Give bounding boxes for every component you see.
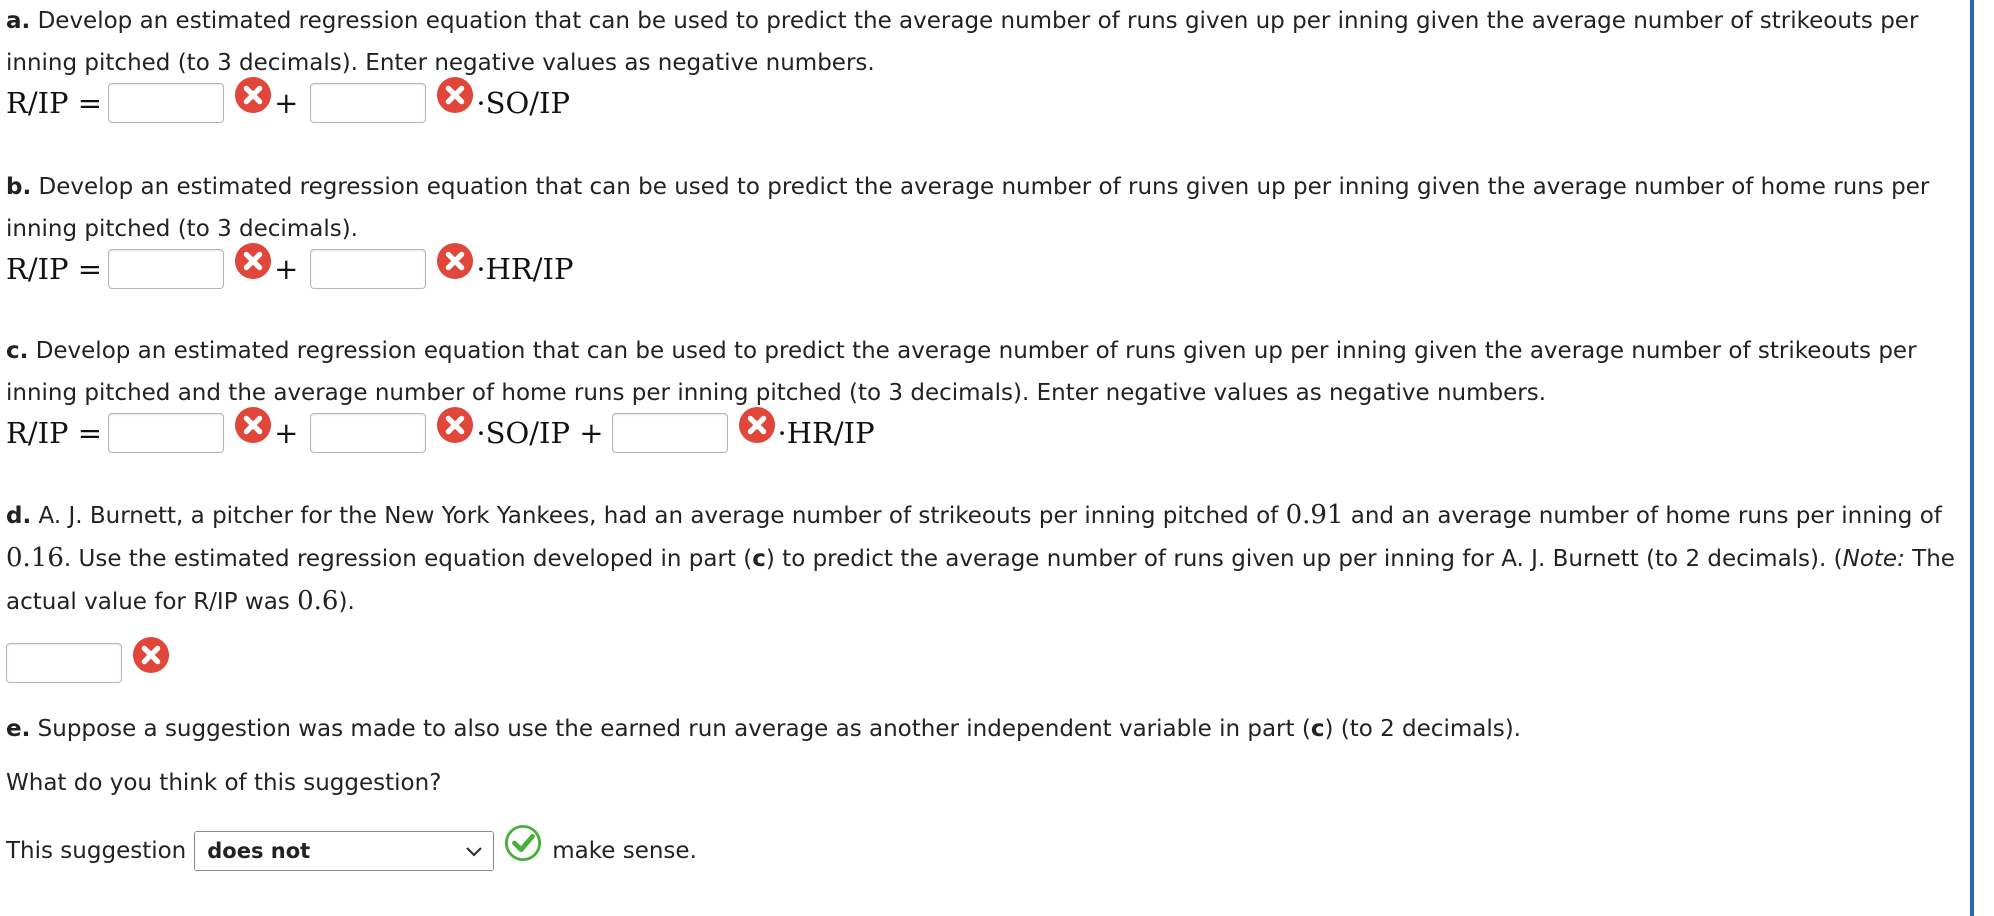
suggestion-suffix: make sense. <box>552 838 697 864</box>
incorrect-x-icon <box>235 76 272 114</box>
part-ref-c: c <box>1310 716 1325 742</box>
part-e: e. Suppose a suggestion was made to also… <box>6 708 1970 804</box>
part-b-letter: b. <box>6 174 32 200</box>
part-c-equation: R/IP = + ·SO/IP + ·HR/IP <box>6 402 875 464</box>
incorrect-x-icon <box>132 636 170 674</box>
part-c-letter: c. <box>6 338 29 364</box>
part-b-equation: R/IP = + ·HR/IP <box>6 238 574 300</box>
part-d-text-3: . Use the estimated regression equation … <box>63 546 753 572</box>
part-d-prompt: d. A. J. Burnett, a pitcher for the New … <box>6 494 1970 623</box>
part-e-text-1: Suppose a suggestion was made to also us… <box>37 716 1311 742</box>
plus-sign: + <box>274 416 299 450</box>
part-a-text: Develop an estimated regression equation… <box>6 8 1919 76</box>
actual-value: 0.6 <box>297 586 339 616</box>
part-d-letter: d. <box>6 503 32 529</box>
part-c-hr-coef-input[interactable] <box>611 413 728 453</box>
part-b-text: Develop an estimated regression equation… <box>6 174 1930 242</box>
so-ip-term: ·SO/IP <box>476 86 571 120</box>
lhs-label: R/IP = <box>6 252 103 286</box>
suggestion-selected-value: does not <box>207 839 311 863</box>
part-d-answer <box>6 632 170 694</box>
part-b-intercept-input[interactable] <box>108 249 225 289</box>
suggestion-prefix: This suggestion <box>6 838 187 864</box>
incorrect-x-icon <box>235 406 272 444</box>
part-c-text: Develop an estimated regression equation… <box>6 338 1917 406</box>
part-d-text-4: ) to predict the average number of runs … <box>765 546 1843 572</box>
part-e-letter: e. <box>6 716 31 742</box>
so-value: 0.91 <box>1285 500 1344 530</box>
lhs-label: R/IP = <box>6 416 103 450</box>
part-e-answer: This suggestion does not make sense. <box>6 820 697 882</box>
part-d-text-6: ). <box>338 589 355 615</box>
so-ip-term: ·SO/IP + <box>476 416 604 450</box>
incorrect-x-icon <box>738 406 775 444</box>
suggestion-select[interactable]: does not <box>194 831 495 871</box>
hr-value: 0.16 <box>6 543 64 573</box>
hr-ip-term: ·HR/IP <box>777 416 875 450</box>
incorrect-x-icon <box>437 406 474 444</box>
part-c-intercept-input[interactable] <box>108 413 225 453</box>
incorrect-x-icon <box>235 242 272 280</box>
part-a-intercept-input[interactable] <box>108 83 225 123</box>
note-label: Note: <box>1842 546 1905 572</box>
lhs-label: R/IP = <box>6 86 103 120</box>
chevron-down-icon <box>466 847 483 857</box>
part-e-text-2: ) (to 2 decimals). <box>1324 716 1521 742</box>
part-d: d. A. J. Burnett, a pitcher for the New … <box>6 494 1970 623</box>
part-d-prediction-input[interactable] <box>6 643 122 683</box>
part-b-slope-input[interactable] <box>310 249 427 289</box>
part-d-text-1: A. J. Burnett, a pitcher for the New Yor… <box>38 503 1279 529</box>
part-c-so-coef-input[interactable] <box>310 413 427 453</box>
part-d-text-2: and an average number of home runs per i… <box>1350 503 1942 529</box>
page-right-border <box>1970 0 1974 916</box>
incorrect-x-icon <box>437 242 474 280</box>
plus-sign: + <box>274 252 299 286</box>
part-e-prompt: e. Suppose a suggestion was made to also… <box>6 708 1970 750</box>
part-a-slope-input[interactable] <box>310 83 427 123</box>
part-e-question: What do you think of this suggestion? <box>6 770 442 796</box>
part-ref-c: c <box>752 546 766 572</box>
part-a-equation: R/IP = + ·SO/IP <box>6 72 570 134</box>
hr-ip-term: ·HR/IP <box>476 252 574 286</box>
part-a-letter: a. <box>6 8 31 34</box>
incorrect-x-icon <box>437 76 474 114</box>
plus-sign: + <box>274 86 299 120</box>
correct-check-icon <box>505 824 542 862</box>
